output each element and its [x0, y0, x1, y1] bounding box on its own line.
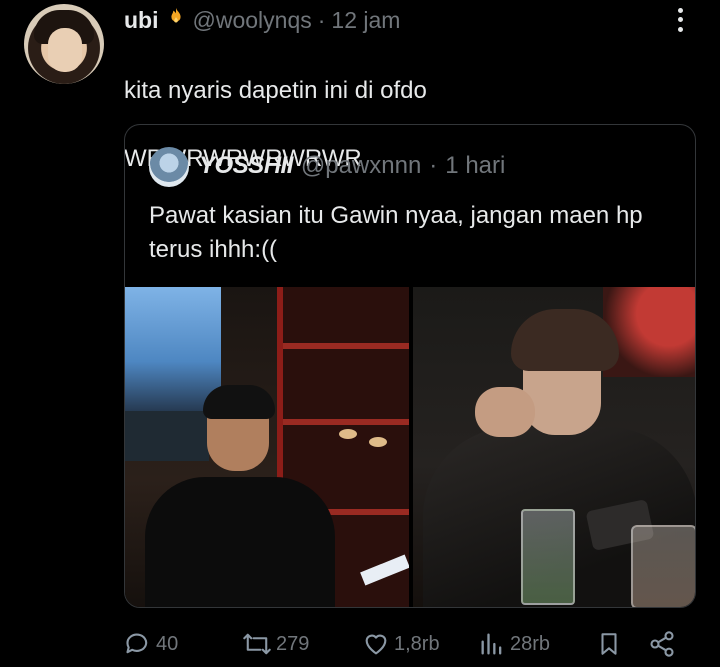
quoted-tweet-timestamp: 1 hari — [445, 152, 506, 179]
quoted-author-handle: @pawxnnn — [300, 152, 422, 179]
photo-red-wall — [603, 287, 695, 377]
reply-count: 40 — [156, 632, 179, 655]
photo-light — [369, 437, 387, 447]
separator-dot: · — [429, 152, 438, 179]
repost-button[interactable]: 279 — [242, 626, 309, 662]
tweet-header: ubi @woolynqs · 12 jam — [124, 4, 400, 36]
photo-person-hair — [203, 385, 275, 419]
photo-window-lower — [125, 411, 209, 461]
photo-person-hand — [475, 387, 535, 437]
like-button[interactable]: 1,8rb — [362, 626, 440, 662]
author-avatar[interactable] — [24, 4, 104, 84]
quoted-author-name: YOSSHII — [199, 152, 293, 179]
heart-icon — [365, 634, 387, 655]
author-name[interactable]: ubi — [124, 7, 159, 34]
tweet-text-line: kita nyaris dapetin ini di ofdo — [124, 77, 427, 104]
bookmark-button[interactable] — [596, 626, 622, 662]
separator-dot: · — [317, 6, 326, 33]
share-icon — [650, 631, 674, 657]
fire-icon — [165, 6, 187, 34]
quoted-photo-1[interactable] — [125, 287, 409, 607]
bookmark-icon — [601, 633, 617, 655]
more-options-icon[interactable] — [668, 6, 692, 34]
quoted-author-avatar — [149, 147, 189, 187]
photo-person-body — [145, 477, 335, 607]
share-button[interactable] — [648, 626, 676, 662]
analytics-icon — [481, 633, 502, 655]
tweet-timestamp[interactable]: 12 jam — [331, 7, 400, 34]
author-handle[interactable]: @woolynqs — [193, 7, 312, 34]
photo-light — [339, 429, 357, 439]
view-count: 28rb — [510, 632, 551, 655]
reply-icon — [126, 633, 148, 654]
tweet-actions: 40 279 1,8rb 28rb — [124, 626, 696, 662]
avatar-face — [48, 28, 82, 72]
like-count: 1,8rb — [394, 632, 440, 655]
quoted-photo-2[interactable] — [413, 287, 695, 607]
repost-count: 279 — [276, 632, 310, 655]
views-button[interactable]: 28rb — [478, 626, 550, 662]
photo-person-hair — [511, 309, 619, 371]
quoted-tweet-header: YOSSHII @pawxnnn · 1 hari — [199, 149, 505, 183]
photo-glass — [631, 525, 695, 607]
reply-button[interactable]: 40 — [124, 626, 178, 662]
quoted-tweet[interactable]: YOSSHII @pawxnnn · 1 hari Pawat kasian i… — [124, 124, 696, 608]
photo-window — [125, 287, 221, 411]
quoted-tweet-text: Pawat kasian itu Gawin nyaa, jangan maen… — [149, 202, 643, 263]
photo-glass — [521, 509, 575, 605]
repost-icon — [243, 633, 271, 655]
